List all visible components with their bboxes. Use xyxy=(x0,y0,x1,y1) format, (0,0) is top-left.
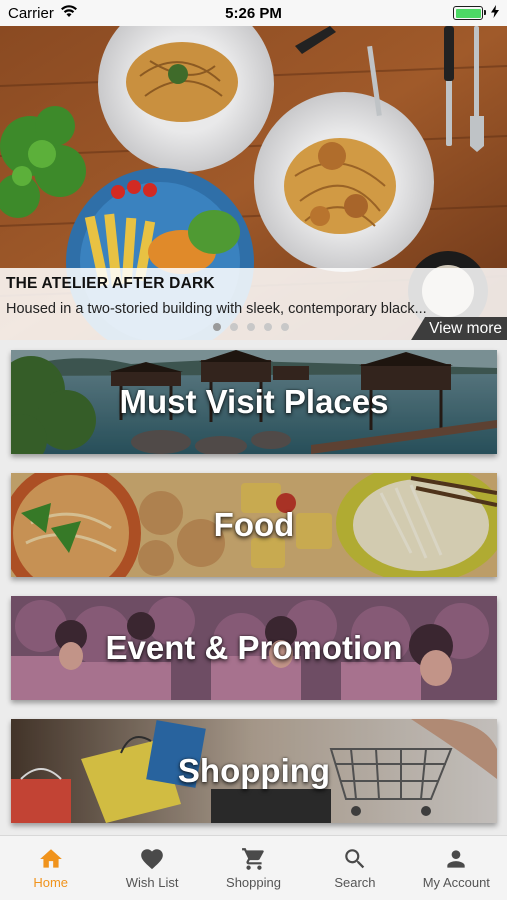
category-label: Shopping xyxy=(177,752,331,789)
tab-wish-list[interactable]: Wish List xyxy=(101,836,202,900)
tab-label: Search xyxy=(334,875,376,890)
cart-icon xyxy=(241,848,264,870)
search-icon xyxy=(345,849,365,869)
status-bar: Carrier 5:26 PM xyxy=(0,0,507,26)
battery-fill xyxy=(455,8,481,18)
tab-label: My Account xyxy=(422,875,490,890)
battery-icon xyxy=(453,6,486,20)
view-more-button[interactable]: View more xyxy=(411,317,507,340)
tab-label: Home xyxy=(33,875,69,890)
category-label: Must Visit Places xyxy=(119,383,389,420)
tab-bar: Home Wish List Shopping Search My Accoun… xyxy=(0,835,507,900)
tab-label: Shopping xyxy=(226,875,281,890)
tab-label: Wish List xyxy=(125,875,179,890)
status-left: Carrier xyxy=(8,4,158,22)
category-label: Food xyxy=(213,506,295,543)
hero-description: Housed in a two-storied building with sl… xyxy=(6,301,427,317)
carousel-dot[interactable] xyxy=(281,323,289,331)
carrier-label: Carrier xyxy=(8,4,54,22)
hero-banner[interactable]: THE ATELIER AFTER DARK Housed in a two-s… xyxy=(0,26,507,340)
home-icon xyxy=(39,849,62,868)
heart-icon xyxy=(141,849,163,870)
category-must-visit-places[interactable]: Must Visit Places xyxy=(11,350,497,454)
tab-my-account[interactable]: My Account xyxy=(406,836,507,900)
hero-title: THE ATELIER AFTER DARK xyxy=(6,275,215,292)
person-icon xyxy=(447,850,465,868)
status-right xyxy=(349,4,499,22)
carousel-dot[interactable] xyxy=(213,323,221,331)
category-food[interactable]: Food xyxy=(11,473,497,577)
status-time: 5:26 PM xyxy=(225,4,282,22)
charging-bolt-icon xyxy=(491,4,499,22)
carousel-dot[interactable] xyxy=(247,323,255,331)
category-shopping[interactable]: Shopping xyxy=(11,719,497,823)
wifi-icon xyxy=(60,4,78,22)
category-label: Event & Promotion xyxy=(105,629,403,666)
tab-search[interactable]: Search xyxy=(304,836,405,900)
carousel-dot[interactable] xyxy=(264,323,272,331)
tab-shopping[interactable]: Shopping xyxy=(203,836,304,900)
category-event-promotion[interactable]: Event & Promotion xyxy=(11,596,497,700)
carousel-pagination xyxy=(213,323,289,331)
tab-home[interactable]: Home xyxy=(0,836,101,900)
carousel-dot[interactable] xyxy=(230,323,238,331)
